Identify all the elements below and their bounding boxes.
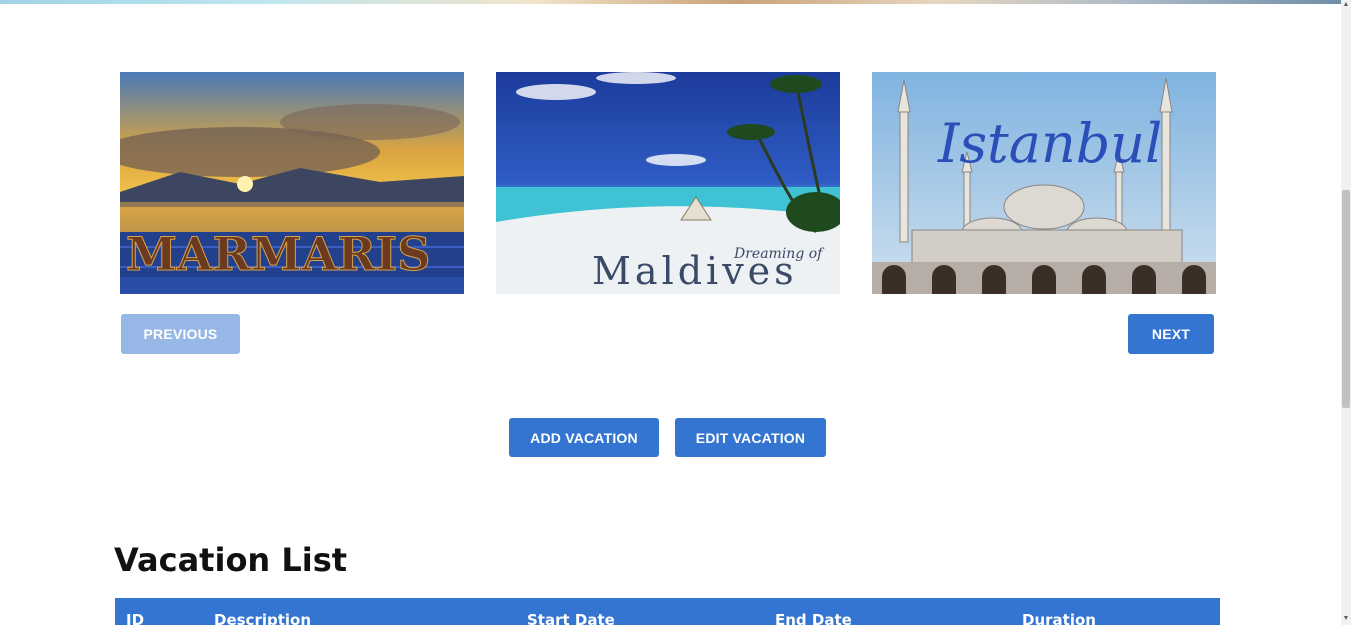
marmaris-caption: MARMARIS: [126, 227, 430, 281]
header-image-strip: [0, 0, 1341, 4]
vacation-list-title: Vacation List: [114, 541, 348, 579]
carousel-image-istanbul: Istanbul: [872, 72, 1216, 294]
edit-vacation-button[interactable]: EDIT VACATION: [675, 418, 826, 457]
next-button[interactable]: NEXT: [1128, 314, 1214, 354]
column-header-start-date[interactable]: Start Date: [527, 611, 615, 625]
column-header-duration[interactable]: Duration: [1022, 611, 1096, 625]
carousel-image-maldives: Dreaming of Maldives: [496, 72, 840, 294]
vacation-table-header: ID Description Start Date End Date Durat…: [115, 598, 1220, 625]
maldives-caption: Maldives: [592, 249, 798, 293]
column-header-id[interactable]: ID: [126, 611, 144, 625]
scroll-down-arrow-icon[interactable]: ▼: [1342, 615, 1350, 623]
scroll-up-arrow-icon[interactable]: ▲: [1342, 1, 1350, 9]
istanbul-caption: Istanbul: [937, 112, 1162, 175]
scrollbar-thumb[interactable]: [1342, 190, 1350, 408]
add-vacation-button[interactable]: ADD VACATION: [509, 418, 659, 457]
column-header-end-date[interactable]: End Date: [775, 611, 852, 625]
page-scrollbar[interactable]: ▲ ▼: [1341, 0, 1351, 625]
carousel-image-marmaris: MARMARIS: [120, 72, 464, 294]
previous-button[interactable]: PREVIOUS: [121, 314, 240, 354]
column-header-description[interactable]: Description: [214, 611, 311, 625]
